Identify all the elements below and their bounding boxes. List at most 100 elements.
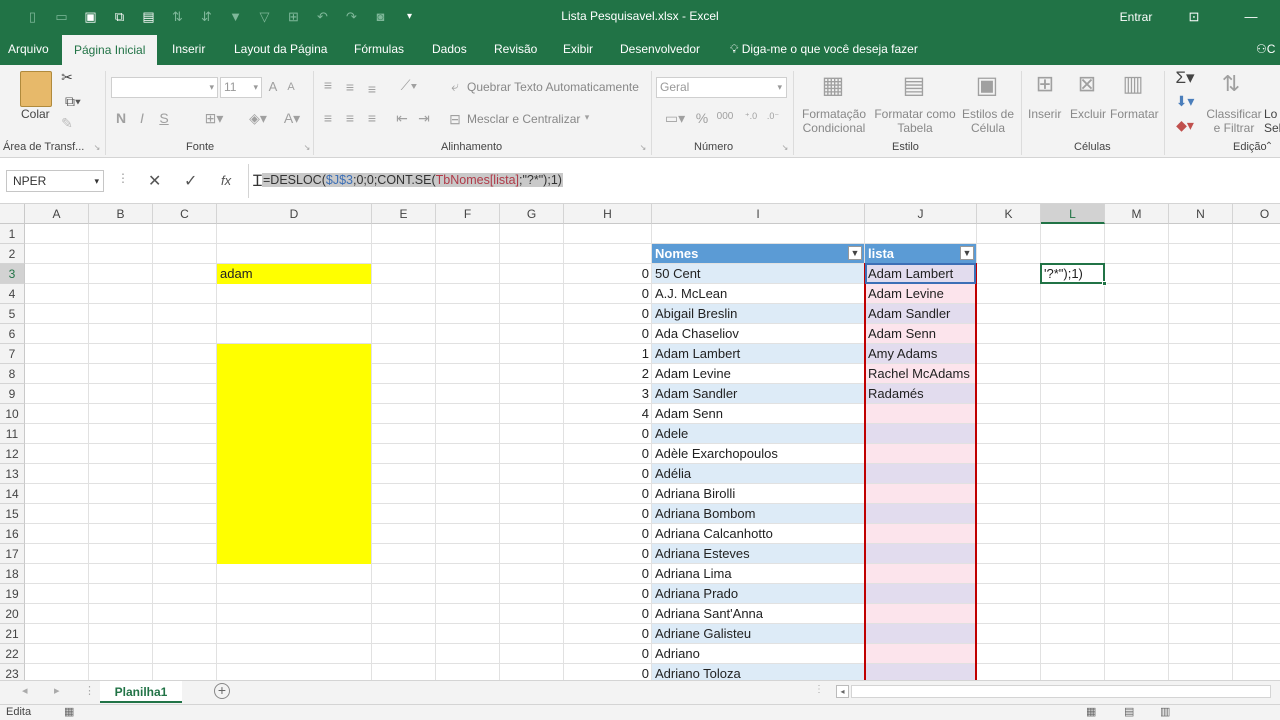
cell-h5[interactable]: 0 xyxy=(564,304,652,323)
bold-button[interactable]: N xyxy=(114,110,128,126)
minimize-icon[interactable]: — xyxy=(1222,9,1280,24)
align-left-icon[interactable]: ≡ xyxy=(320,110,336,126)
grow-font-icon[interactable]: A xyxy=(266,79,280,94)
tab-layout[interactable]: Layout da Página xyxy=(228,33,333,65)
fill-icon[interactable]: ⬇▾ xyxy=(1170,93,1200,110)
format-as-table-button[interactable]: Formatar como Tabela xyxy=(874,107,956,135)
row-header-5[interactable]: 5 xyxy=(0,304,25,324)
camera-icon[interactable]: ◙ xyxy=(366,9,395,24)
fill-color-icon[interactable]: ◈▾ xyxy=(244,110,272,127)
table-cell-lista[interactable]: Adam Levine xyxy=(865,284,976,303)
table-cell-nomes[interactable]: Adélia xyxy=(652,464,864,483)
filter-dropdown-icon[interactable]: ▼ xyxy=(848,246,862,260)
name-box[interactable]: NPER ▾ xyxy=(6,170,104,192)
row-header-6[interactable]: 6 xyxy=(0,324,25,344)
row-header-12[interactable]: 12 xyxy=(0,444,25,464)
tab-desenvolvedor[interactable]: Desenvolvedor xyxy=(614,33,706,65)
redo-icon[interactable]: ↷ xyxy=(337,9,366,25)
borders-icon[interactable]: ⊞▾ xyxy=(200,110,228,127)
save-as-icon[interactable]: ⧉ xyxy=(105,9,134,25)
cancel-formula-icon[interactable]: ✕ xyxy=(148,171,161,191)
decrease-decimal-icon[interactable]: .0⁻ xyxy=(764,111,782,122)
tell-me-search[interactable]: 💡︎ Diga-me o que você deseja fazer xyxy=(724,33,924,65)
copy-icon[interactable]: ⧉▾ xyxy=(58,93,88,110)
table-cell-nomes[interactable]: A.J. McLean xyxy=(652,284,864,303)
table-cell-nomes[interactable]: Adriana Lima xyxy=(652,564,864,583)
column-header-e[interactable]: E xyxy=(372,204,436,224)
spreadsheet-grid[interactable]: A B C D E F G H I J K L M N O 1 2 3 4 5 6 7 8 9 10 11 12 13 14 15 16 17… xyxy=(0,204,1280,680)
tab-formulas[interactable]: Fórmulas xyxy=(348,33,410,65)
table-cell-nomes[interactable]: Adam Sandler xyxy=(652,384,864,403)
save-icon[interactable]: ▣ xyxy=(76,9,105,25)
column-header-f[interactable]: F xyxy=(436,204,500,224)
cell-h10[interactable]: 4 xyxy=(564,404,652,423)
insert-function-icon[interactable]: fx xyxy=(221,173,231,188)
cell-h22[interactable]: 0 xyxy=(564,644,652,663)
table-cell-nomes[interactable]: Abigail Breslin xyxy=(652,304,864,323)
table-cell-lista[interactable] xyxy=(865,524,976,543)
format-cells-button[interactable]: Formatar xyxy=(1110,107,1159,121)
table-cell-nomes[interactable]: Adriana Birolli xyxy=(652,484,864,503)
column-header-c[interactable]: C xyxy=(153,204,217,224)
table-cell-lista[interactable]: Amy Adams xyxy=(865,344,976,363)
cell-h6[interactable]: 0 xyxy=(564,324,652,343)
orientation-icon[interactable]: ⟋▾ xyxy=(394,77,424,94)
wrap-text-button[interactable]: Quebrar Texto Automaticamente xyxy=(467,80,639,94)
table-cell-lista[interactable] xyxy=(865,604,976,623)
table-cell-lista[interactable] xyxy=(865,504,976,523)
table-cell-nomes[interactable]: Adriane Galisteu xyxy=(652,624,864,643)
cell-h16[interactable]: 0 xyxy=(564,524,652,543)
paste-qat-icon[interactable]: ▤ xyxy=(134,9,163,25)
cell-styles-button[interactable]: Estilos de Célula xyxy=(960,107,1016,135)
table-cell-nomes[interactable]: Adriana Prado xyxy=(652,584,864,603)
column-header-n[interactable]: N xyxy=(1169,204,1233,224)
row-header-11[interactable]: 11 xyxy=(0,424,25,444)
cell-h8[interactable]: 2 xyxy=(564,364,652,383)
conditional-format-button[interactable]: Formatação Condicional xyxy=(800,107,868,135)
tab-pagina-inicial[interactable]: Página Inicial xyxy=(62,35,158,65)
cell-h19[interactable]: 0 xyxy=(564,584,652,603)
italic-button[interactable]: I xyxy=(136,110,148,126)
open-folder-icon[interactable]: ▭ xyxy=(47,9,76,25)
table-cell-nomes[interactable]: Adriano xyxy=(652,644,864,663)
macro-record-icon[interactable]: ▦ xyxy=(64,705,74,718)
paste-button[interactable]: Colar xyxy=(21,107,50,121)
row-header-9[interactable]: 9 xyxy=(0,384,25,404)
page-break-view-icon[interactable]: ▥ xyxy=(1160,705,1170,718)
cell-h13[interactable]: 0 xyxy=(564,464,652,483)
row-header-7[interactable]: 7 xyxy=(0,344,25,364)
insert-cells-button[interactable]: Inserir xyxy=(1028,107,1061,121)
column-header-i[interactable]: I xyxy=(652,204,865,224)
row-header-10[interactable]: 10 xyxy=(0,404,25,424)
font-color-icon[interactable]: A▾ xyxy=(278,110,306,127)
scroll-left-icon[interactable]: ◂ xyxy=(836,685,849,698)
column-header-g[interactable]: G xyxy=(500,204,564,224)
font-size-select[interactable]: 11 ▾ xyxy=(220,77,262,98)
share-icon[interactable]: ⚇C xyxy=(1250,33,1280,65)
font-name-select[interactable]: ▾ xyxy=(111,77,218,98)
scroll-tabs-left-icon[interactable]: ◂ xyxy=(22,684,28,697)
underline-button[interactable]: S xyxy=(158,110,170,126)
cell-h7[interactable]: 1 xyxy=(564,344,652,363)
table-cell-nomes[interactable]: Adriana Bombom xyxy=(652,504,864,523)
print-preview-icon[interactable]: ⊞ xyxy=(279,9,308,25)
row-header-8[interactable]: 8 xyxy=(0,364,25,384)
merge-center-button[interactable]: Mesclar e Centralizar xyxy=(467,112,580,126)
align-top-icon[interactable]: ≡ xyxy=(320,77,336,93)
alignment-launcher-icon[interactable]: ↘ xyxy=(638,143,648,152)
cell-h12[interactable]: 0 xyxy=(564,444,652,463)
table-cell-nomes[interactable]: 50 Cent xyxy=(652,264,864,283)
column-header-j[interactable]: J xyxy=(865,204,977,224)
paste-icon[interactable] xyxy=(20,71,52,107)
signin-button[interactable]: Entrar xyxy=(1106,10,1166,24)
table-cell-nomes[interactable]: Adele xyxy=(652,424,864,443)
table-cell-lista[interactable] xyxy=(865,484,976,503)
cell-h18[interactable]: 0 xyxy=(564,564,652,583)
cell-h17[interactable]: 0 xyxy=(564,544,652,563)
filter-icon[interactable]: ▼ xyxy=(221,9,250,24)
new-file-icon[interactable]: ▯ xyxy=(18,9,47,25)
column-header-a[interactable]: A xyxy=(25,204,89,224)
tab-dados[interactable]: Dados xyxy=(426,33,473,65)
ribbon-display-icon[interactable]: ⊡ xyxy=(1166,9,1222,25)
row-header-18[interactable]: 18 xyxy=(0,564,25,584)
